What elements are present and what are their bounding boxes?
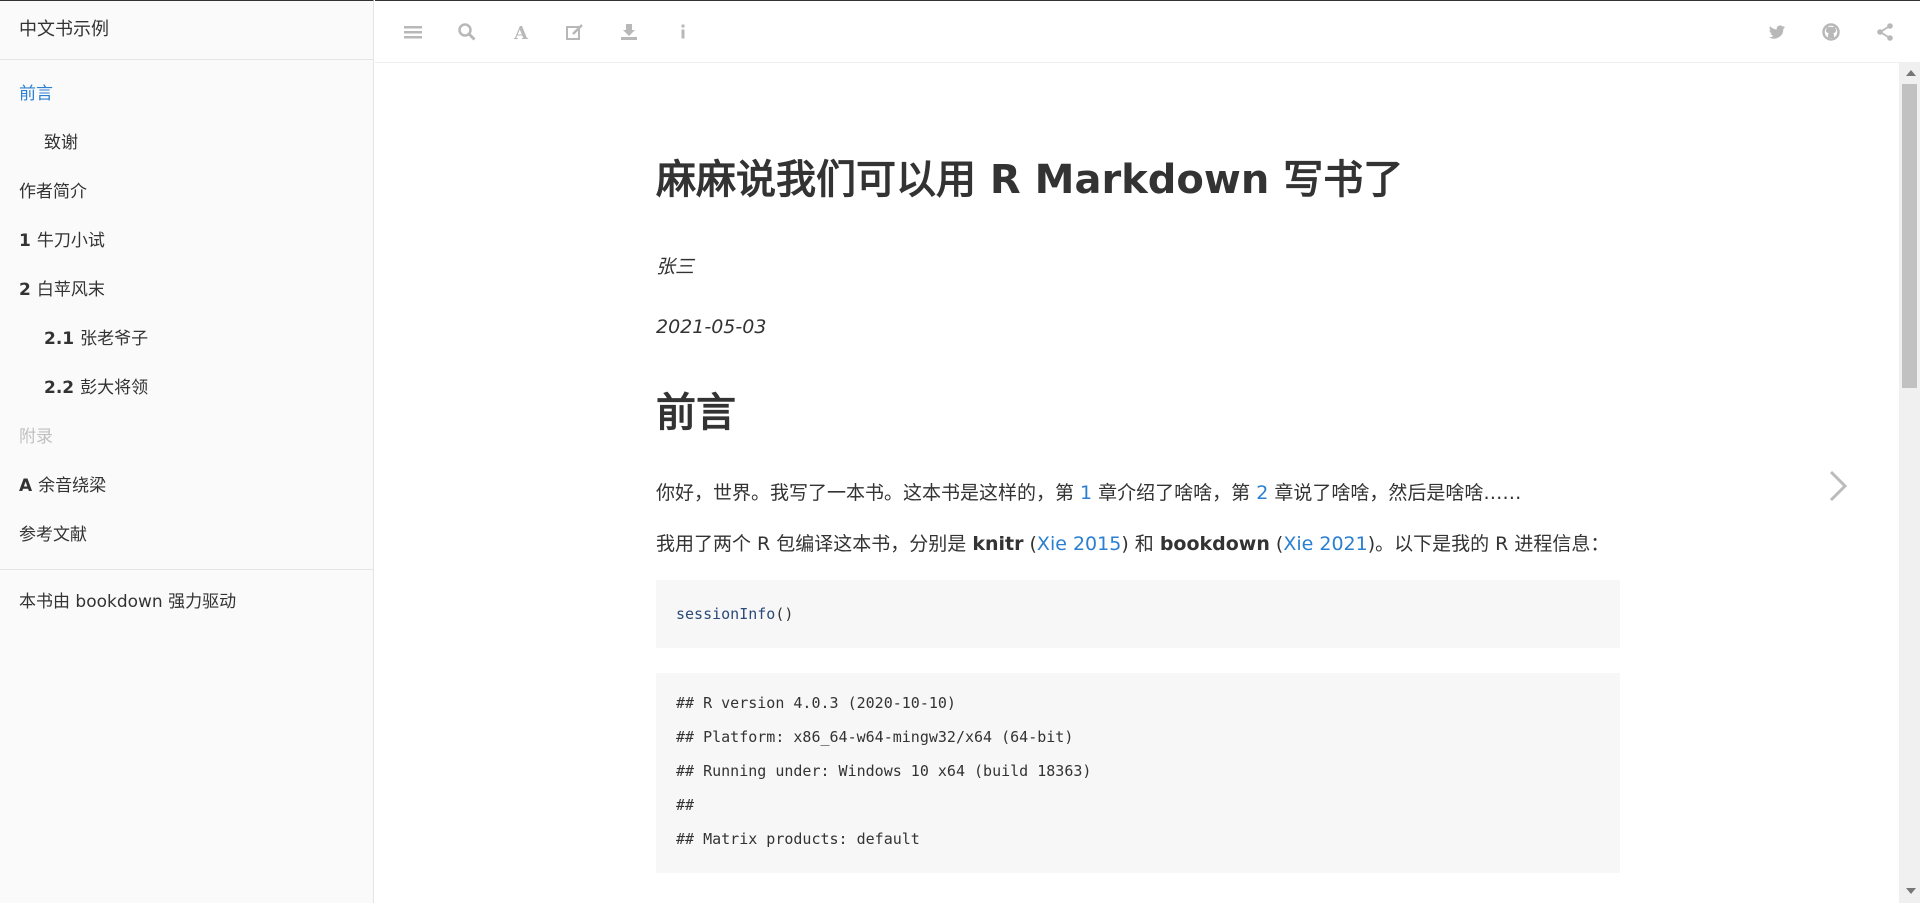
- toc-number: 2: [19, 280, 31, 300]
- scrollbar-thumb[interactable]: [1902, 84, 1917, 388]
- chapter-2-link[interactable]: 2: [1256, 482, 1268, 504]
- code-block-output: ## R version 4.0.3 (2020-10-10) ## Platf…: [656, 673, 1620, 873]
- citation-link[interactable]: Xie 2015: [1037, 533, 1121, 555]
- toc-item-chapter-2[interactable]: 2 白苹风末: [0, 266, 373, 315]
- sidebar: 中文书示例 前言 致谢 作者简介 1 牛刀小试 2 白苹风末 2.1 张老爷子 2.2…: [0, 0, 374, 903]
- svg-text:A: A: [513, 23, 529, 42]
- text: (: [1269, 533, 1284, 555]
- toc-item-section-2-2[interactable]: 2.2 彭大将领: [0, 364, 373, 413]
- twitter-icon[interactable]: [1765, 20, 1789, 44]
- package-name: bookdown: [1159, 533, 1270, 555]
- toc-label: 张老爷子: [80, 329, 149, 349]
- toc-label: 参考文献: [19, 525, 87, 545]
- date: 2021-05-03: [656, 316, 767, 338]
- text: 我用了两个 R 包编译这本书，分别是: [656, 533, 973, 555]
- paragraph-intro: 你好，世界。我写了一本书。这本书是这样的，第 1 章介绍了啥啥，第 2 章说了啥…: [656, 478, 1620, 509]
- text: ) 和: [1121, 533, 1160, 555]
- page-content: 麻麻说我们可以用 R Markdown 写书了 张三 2021-05-03 前言…: [656, 152, 1620, 898]
- text: 你好，世界。我写了一本书。这本书是这样的，第: [656, 482, 1081, 504]
- code-line: ##: [676, 796, 695, 814]
- toc-part-appendix: 附录: [0, 413, 373, 462]
- scroll-down-arrow-icon[interactable]: [1906, 888, 1916, 894]
- toc-label: 彭大将领: [80, 378, 149, 398]
- toc-item-about-author[interactable]: 作者简介: [0, 168, 373, 217]
- text: )。以下是我的 R 进程信息：: [1367, 533, 1610, 555]
- paragraph-packages: 我用了两个 R 包编译这本书，分别是 knitr (Xie 2015) 和 bo…: [656, 529, 1620, 560]
- toc-item-acknowledgements[interactable]: 致谢: [0, 119, 373, 168]
- edit-icon[interactable]: [563, 20, 587, 44]
- text: 章说了啥啥，然后是啥啥……: [1268, 482, 1522, 504]
- toc-label: 致谢: [44, 133, 78, 153]
- toc-divider: [0, 569, 373, 570]
- powered-by-label: 本书由 bookdown 强力驱动: [19, 592, 237, 612]
- toc-number: A: [19, 476, 33, 496]
- toc-label: 作者简介: [19, 182, 87, 202]
- toc-list: 前言 致谢 作者简介 1 牛刀小试 2 白苹风末 2.1 张老爷子 2.2 彭大将领 附…: [0, 60, 373, 627]
- code-block-input: sessionInfo(): [656, 580, 1620, 648]
- search-icon[interactable]: [455, 20, 479, 44]
- toc-number: 1: [19, 231, 31, 251]
- code-line: ## Platform: x86_64-w64-mingw32/x64 (64-…: [676, 728, 1074, 746]
- text: (: [1023, 533, 1037, 555]
- author: 张三: [656, 256, 695, 278]
- toc-number: 2.1: [44, 329, 75, 349]
- chapter-heading: 前言: [656, 390, 736, 436]
- toc-item-appendix-a[interactable]: A 余音绕梁: [0, 462, 373, 511]
- powered-by-link[interactable]: 本书由 bookdown 强力驱动: [0, 578, 373, 627]
- menu-icon[interactable]: [401, 20, 425, 44]
- scroll-up-arrow-icon[interactable]: [1906, 70, 1916, 76]
- code-function: sessionInfo: [676, 605, 776, 623]
- toolbar: A: [375, 0, 1920, 63]
- toc-label: 牛刀小试: [36, 231, 105, 251]
- download-icon[interactable]: [617, 20, 641, 44]
- chapter-1-link[interactable]: 1: [1080, 482, 1092, 504]
- toc-number: 2.2: [44, 378, 75, 398]
- toc-label: 前言: [19, 84, 53, 104]
- share-icon[interactable]: [1873, 20, 1897, 44]
- next-page-arrow-icon[interactable]: [1826, 469, 1850, 503]
- code-line: ## R version 4.0.3 (2020-10-10): [676, 694, 956, 712]
- book-title-link[interactable]: 中文书示例: [0, 1, 373, 60]
- code-line: ## Matrix products: default: [676, 830, 920, 848]
- toc-item-section-2-1[interactable]: 2.1 张老爷子: [0, 315, 373, 364]
- toc-item-references[interactable]: 参考文献: [0, 511, 373, 560]
- text: 章介绍了啥啥，第: [1092, 482, 1257, 504]
- toc-label: 附录: [19, 427, 53, 447]
- github-icon[interactable]: [1819, 20, 1843, 44]
- font-icon[interactable]: A: [509, 20, 533, 44]
- citation-link[interactable]: Xie 2021: [1283, 533, 1367, 555]
- toc-label: 余音绕梁: [38, 476, 107, 496]
- info-icon[interactable]: [671, 20, 695, 44]
- toc-item-chapter-1[interactable]: 1 牛刀小试: [0, 217, 373, 266]
- code-text: (): [775, 605, 794, 623]
- toc-item-preface[interactable]: 前言: [0, 70, 373, 119]
- toc-label: 白苹风末: [36, 280, 105, 300]
- code-line: ## Running under: Windows 10 x64 (build …: [676, 762, 1092, 780]
- book-title: 麻麻说我们可以用 R Markdown 写书了: [656, 157, 1404, 203]
- package-name: knitr: [972, 533, 1024, 555]
